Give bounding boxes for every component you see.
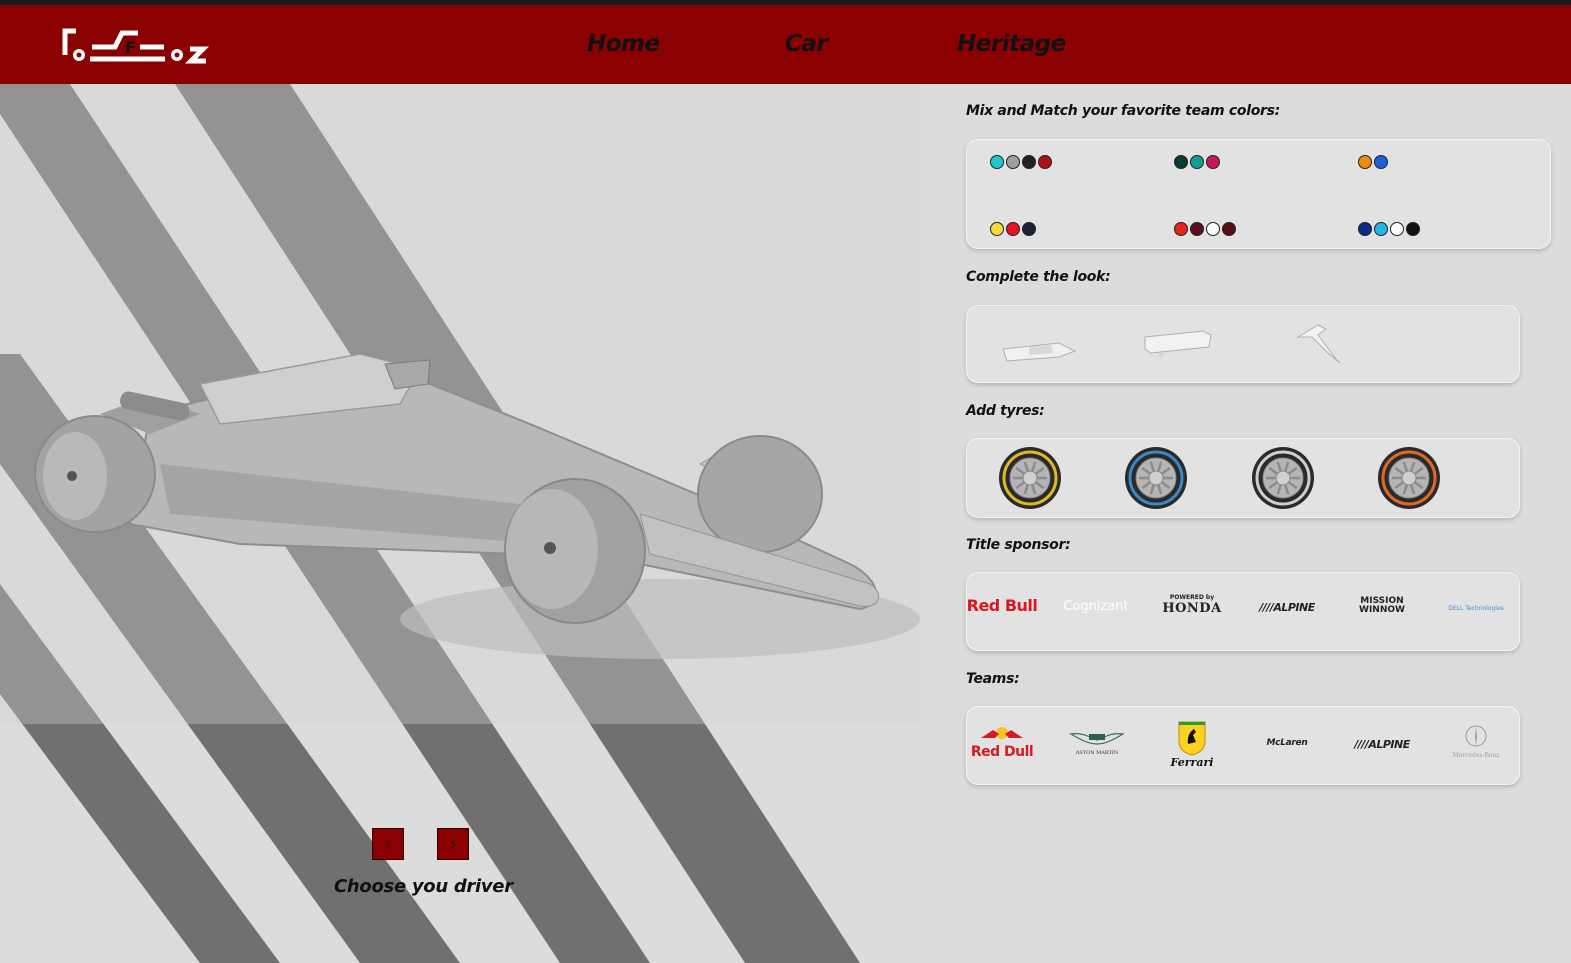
color-dot (1358, 222, 1372, 236)
parts-panel (966, 305, 1520, 383)
color-dot (990, 155, 1004, 169)
nav-home[interactable]: Home (587, 31, 660, 57)
color-combo-4[interactable] (990, 222, 1036, 236)
color-dot (1006, 155, 1020, 169)
color-dot (1190, 222, 1204, 236)
team-mercedes-label: Mercedes-Benz (1452, 752, 1500, 759)
color-dot (1406, 222, 1420, 236)
team-mercedes[interactable]: Mercedes-Benz (1436, 724, 1516, 759)
color-dot (1358, 155, 1372, 169)
tyre-medium[interactable] (1123, 445, 1189, 511)
hero-illustration (0, 84, 940, 963)
team-alpine[interactable]: ////ALPINE (1342, 738, 1422, 751)
sponsor-red-bull[interactable]: Red Bull (962, 596, 1042, 615)
tyre-hard[interactable] (1250, 445, 1316, 511)
f1-logo[interactable]: F (60, 25, 210, 69)
team-colors-panel (966, 139, 1551, 249)
color-dot (1206, 155, 1220, 169)
color-combo-6[interactable] (1358, 222, 1420, 236)
red-bull-icon (981, 727, 1023, 739)
color-dot (1174, 155, 1188, 169)
sponsor-alpine[interactable]: ////ALPINE (1247, 601, 1327, 614)
honda-wordmark: HONDA (1162, 601, 1222, 616)
navbar: F Home Car Heritage (0, 5, 1571, 84)
team-aston-martin[interactable]: ASTON MARTIN (1057, 728, 1137, 756)
prev-driver-button[interactable]: ‹ (372, 828, 404, 860)
color-dot (1190, 155, 1204, 169)
tyres-title: Add tyres: (966, 403, 1045, 419)
color-combo-3[interactable] (1358, 155, 1388, 169)
sponsor-cognizant[interactable]: Cognizant (1056, 599, 1136, 614)
team-red-bull[interactable]: Red Dull (962, 724, 1042, 760)
tyre-soft[interactable] (997, 445, 1063, 511)
nav-heritage[interactable]: Heritage (957, 31, 1066, 57)
sponsor-dell[interactable]: DELL Technologies (1436, 605, 1516, 612)
team-colors-title: Mix and Match your favorite team colors: (966, 103, 1280, 119)
color-dot (1206, 222, 1220, 236)
svg-text:F: F (125, 38, 136, 57)
front-wing-part[interactable] (999, 333, 1079, 365)
sponsor-panel: Red Bull Cognizant POWERED by HONDA ////… (966, 572, 1520, 651)
ferrari-shield-icon (1178, 721, 1206, 756)
team-mclaren[interactable]: McLaren (1247, 738, 1327, 748)
aston-martin-wings-icon (1069, 733, 1125, 745)
nav-car[interactable]: Car (785, 31, 828, 57)
honda-powered-by: POWERED by (1169, 594, 1215, 601)
tyres-panel (966, 438, 1520, 518)
sponsor-honda[interactable]: POWERED by HONDA (1152, 594, 1232, 616)
teams-title: Teams: (966, 671, 1020, 687)
next-driver-button[interactable]: › (437, 828, 469, 860)
color-dot (1222, 222, 1236, 236)
choose-driver-label: Choose you driver (334, 876, 513, 897)
hero-car-viewer (0, 84, 940, 963)
complete-look-title: Complete the look: (966, 269, 1111, 285)
teams-panel: Red Dull ASTON MARTIN Ferrari McLaren //… (966, 706, 1520, 785)
halo-part[interactable] (1288, 319, 1348, 367)
sponsor-mission-winnow[interactable]: MISSION WINNOW (1342, 597, 1422, 615)
color-dot (1038, 155, 1052, 169)
tyre-intermediate[interactable] (1376, 445, 1442, 511)
color-dot (1006, 222, 1020, 236)
team-ferrari-label: Ferrari (1170, 756, 1214, 769)
color-combo-2[interactable] (1174, 155, 1220, 169)
color-combo-5[interactable] (1174, 222, 1236, 236)
mercedes-star-icon (1465, 725, 1487, 747)
color-dot (1022, 222, 1036, 236)
sponsor-title: Title sponsor: (966, 537, 1071, 553)
rear-wing-part[interactable] (1143, 327, 1213, 361)
color-dot (1374, 222, 1388, 236)
color-dot (1174, 222, 1188, 236)
color-dot (990, 222, 1004, 236)
team-ferrari[interactable]: Ferrari (1152, 720, 1232, 769)
color-combo-1[interactable] (990, 155, 1052, 169)
team-aston-martin-label: ASTON MARTIN (1075, 750, 1119, 756)
color-dot (1390, 222, 1404, 236)
team-red-bull-label: Red Dull (970, 744, 1034, 760)
color-dot (1374, 155, 1388, 169)
color-dot (1022, 155, 1036, 169)
